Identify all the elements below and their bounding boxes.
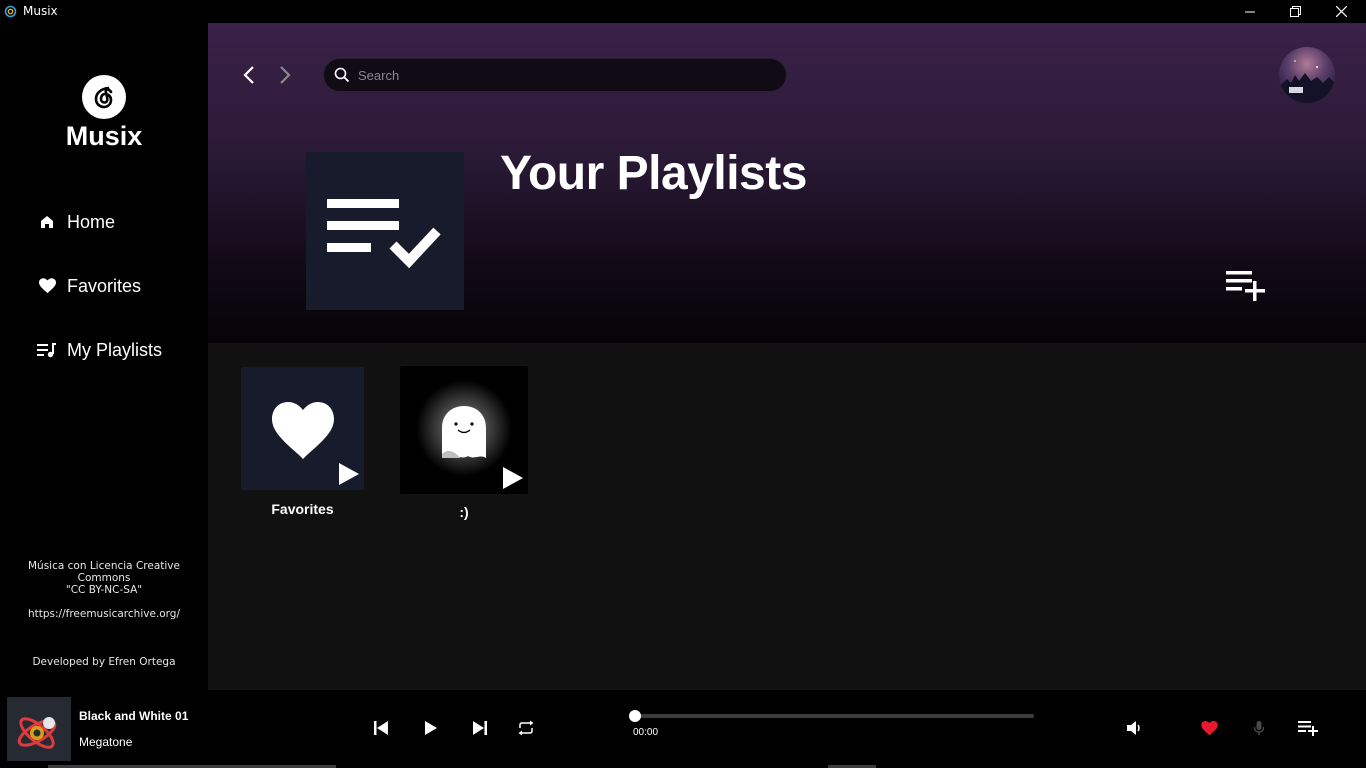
playlist-cover [400, 366, 528, 494]
track-artwork [7, 697, 71, 761]
restore-button[interactable] [1272, 0, 1318, 23]
add-to-playlist-button[interactable] [1297, 717, 1319, 739]
play-icon [425, 721, 437, 735]
playlist-add-icon [1226, 271, 1265, 301]
play-icon[interactable] [500, 466, 524, 490]
sidebar-item-home[interactable]: Home [36, 207, 115, 237]
play-icon[interactable] [336, 462, 360, 486]
volume-icon [1127, 721, 1140, 735]
skip-previous-icon [374, 721, 388, 735]
restore-icon [1289, 6, 1301, 17]
playlist-name: :) [459, 504, 469, 520]
developer-credit: Developed by Efren Ortega [32, 656, 176, 668]
next-button[interactable] [469, 717, 491, 739]
repeat-icon [518, 720, 534, 736]
previous-button[interactable] [370, 717, 392, 739]
volume-button[interactable] [1123, 717, 1145, 739]
playlist-cover [241, 367, 364, 490]
sidebar-item-label: My Playlists [67, 339, 163, 360]
microphone-icon [1253, 721, 1265, 735]
playlist-name: Favorites [271, 501, 334, 517]
lyrics-button[interactable] [1248, 717, 1270, 739]
sidebar: Musix Home Favorites My Playlists Música… [0, 23, 208, 690]
search-input[interactable] [358, 67, 758, 83]
minimize-icon [1245, 11, 1255, 12]
favorite-heart-fill [1200, 720, 1218, 735]
license-type-text: "CC BY-NC-SA" [65, 584, 143, 596]
app-icon [4, 5, 17, 18]
back-button[interactable] [238, 63, 260, 87]
track-artist: Megatone [79, 735, 133, 749]
page-title: Your Playlists [500, 147, 807, 200]
close-icon [1335, 6, 1347, 17]
netease-music-icon [82, 75, 126, 119]
repeat-button[interactable] [515, 717, 537, 739]
progress-handle[interactable] [629, 710, 641, 722]
license-link[interactable]: https://freemusicarchive.org/ [0, 608, 208, 620]
playlist-add-icon [1298, 721, 1318, 736]
playlist-card-smile[interactable]: :) [400, 366, 528, 520]
playlists-grid: Favorites :) [208, 343, 1366, 690]
playlist-icon [36, 339, 58, 361]
window-titlebar: Musix [0, 0, 1366, 23]
sidebar-item-label: Home [67, 211, 116, 232]
chevron-left-icon [243, 66, 254, 84]
app-logo-text: Musix [65, 121, 143, 151]
avatar[interactable] [1279, 47, 1335, 103]
close-button[interactable] [1318, 0, 1364, 23]
progress-slider[interactable] [629, 710, 1034, 722]
minimize-button[interactable] [1227, 0, 1273, 23]
favorite-button[interactable] [1198, 717, 1220, 739]
header: Your Playlists [208, 23, 1366, 343]
search-bar[interactable] [323, 58, 787, 92]
chevron-right-icon [280, 66, 291, 84]
add-playlist-button[interactable] [1224, 267, 1268, 303]
playlist-check-icon [306, 152, 464, 310]
heart-icon [1200, 720, 1218, 735]
forward-button[interactable] [274, 63, 296, 87]
window-title: Musix [23, 4, 58, 18]
playlist-card-favorites[interactable]: Favorites [241, 367, 364, 517]
sidebar-item-favorites[interactable]: Favorites [36, 271, 141, 301]
license-text: Música con Licencia Creative Commons [28, 560, 180, 584]
sidebar-item-my-playlists[interactable]: My Playlists [36, 335, 162, 365]
home-icon [36, 211, 58, 233]
sidebar-item-label: Favorites [67, 275, 142, 296]
skip-next-icon [473, 721, 487, 735]
track-title: Black and White 01 [79, 709, 189, 723]
search-icon [334, 67, 350, 83]
player-bar: Black and White 01 Megatone 00:00 [0, 690, 1366, 768]
current-time: 00:00 [633, 727, 659, 738]
play-button[interactable] [420, 717, 442, 739]
heart-icon [36, 275, 58, 297]
